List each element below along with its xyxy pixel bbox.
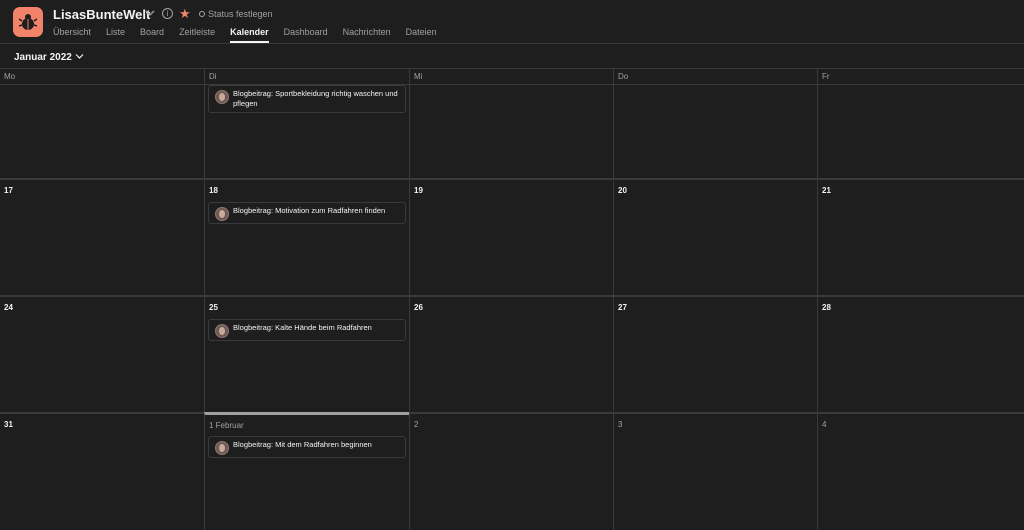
- day-cell[interactable]: 26: [409, 295, 613, 412]
- day-cell[interactable]: 1 Februar Blogbeitrag: Mit dem Radfahren…: [204, 412, 409, 530]
- task-card[interactable]: Blogbeitrag: Mit dem Radfahren beginnen: [208, 436, 406, 458]
- tab-liste[interactable]: Liste: [106, 26, 125, 44]
- status-button[interactable]: Status festlegen: [199, 9, 273, 19]
- date-number: 4: [822, 420, 827, 429]
- day-cell[interactable]: 18 Blogbeitrag: Motivation zum Radfahren…: [204, 178, 409, 295]
- date-number: 31: [4, 420, 13, 429]
- task-title: Blogbeitrag: Sportbekleidung richtig was…: [233, 89, 398, 108]
- project-title: LisasBunteWelt: [53, 7, 151, 22]
- date-number: 3: [618, 420, 623, 429]
- weekday-header: Mi: [409, 69, 613, 85]
- day-cell[interactable]: 27: [613, 295, 817, 412]
- day-cell[interactable]: 31: [0, 412, 204, 530]
- weekday-header: Do: [613, 69, 817, 85]
- day-cell[interactable]: 25 Blogbeitrag: Kalte Hände beim Radfahr…: [204, 295, 409, 412]
- day-cell[interactable]: 19: [409, 178, 613, 295]
- day-cell[interactable]: [613, 85, 817, 178]
- calendar-grid: Mo Di Mi Do Fr Blogbeitrag: Sportbekleid…: [0, 69, 1024, 530]
- day-cell[interactable]: 17: [0, 178, 204, 295]
- weekday-header: Mo: [0, 69, 204, 85]
- project-header: LisasBunteWelt i ★ Status festlegen Über…: [0, 0, 1024, 44]
- status-dot-icon: [199, 11, 205, 17]
- date-number: 24: [4, 303, 13, 312]
- date-number: 28: [822, 303, 831, 312]
- day-cell[interactable]: 2: [409, 412, 613, 530]
- chevron-down-icon[interactable]: [145, 9, 155, 17]
- day-cell[interactable]: [409, 85, 613, 178]
- avatar: [215, 207, 229, 221]
- day-cell[interactable]: 24: [0, 295, 204, 412]
- project-tabs: Übersicht Liste Board Zeitleiste Kalende…: [53, 26, 452, 44]
- task-card[interactable]: Blogbeitrag: Kalte Hände beim Radfahren: [208, 319, 406, 341]
- tab-dashboard[interactable]: Dashboard: [284, 26, 328, 44]
- status-label: Status festlegen: [208, 9, 273, 19]
- tab-dateien[interactable]: Dateien: [406, 26, 437, 44]
- day-cell[interactable]: [817, 85, 1024, 178]
- date-number: 20: [618, 186, 627, 195]
- project-icon[interactable]: [13, 7, 43, 37]
- day-cell[interactable]: 20: [613, 178, 817, 295]
- task-card[interactable]: Blogbeitrag: Motivation zum Radfahren fi…: [208, 202, 406, 224]
- date-number: 27: [618, 303, 627, 312]
- tab-kalender[interactable]: Kalender: [230, 26, 269, 44]
- avatar: [215, 324, 229, 338]
- day-cell[interactable]: [0, 85, 204, 178]
- task-title: Blogbeitrag: Motivation zum Radfahren fi…: [233, 206, 386, 215]
- weekday-header: Fr: [817, 69, 1024, 85]
- date-number: 21: [822, 186, 831, 195]
- weekday-header: Di: [204, 69, 409, 85]
- day-cell[interactable]: 28: [817, 295, 1024, 412]
- task-title: Blogbeitrag: Kalte Hände beim Radfahren: [233, 323, 372, 332]
- date-number: 17: [4, 186, 13, 195]
- tab-uebersicht[interactable]: Übersicht: [53, 26, 91, 44]
- day-cell[interactable]: Blogbeitrag: Sportbekleidung richtig was…: [204, 85, 409, 178]
- day-cell[interactable]: 4: [817, 412, 1024, 530]
- date-number: 1 Februar: [209, 421, 244, 430]
- day-cell[interactable]: 21: [817, 178, 1024, 295]
- star-icon[interactable]: ★: [179, 6, 191, 22]
- date-number: 26: [414, 303, 423, 312]
- date-number: 18: [209, 186, 218, 195]
- tab-zeitleiste[interactable]: Zeitleiste: [179, 26, 215, 44]
- tab-nachrichten[interactable]: Nachrichten: [343, 26, 391, 44]
- date-number: 2: [414, 420, 419, 429]
- task-card[interactable]: Blogbeitrag: Sportbekleidung richtig was…: [208, 85, 406, 113]
- task-title: Blogbeitrag: Mit dem Radfahren beginnen: [233, 440, 372, 449]
- avatar: [215, 441, 229, 455]
- date-number: 19: [414, 186, 423, 195]
- chevron-down-icon[interactable]: [75, 53, 84, 60]
- avatar: [215, 90, 229, 104]
- month-selector[interactable]: Januar 2022: [14, 52, 72, 63]
- calendar-toolbar: Januar 2022: [0, 44, 1024, 69]
- day-cell[interactable]: 3: [613, 412, 817, 530]
- info-icon[interactable]: i: [162, 8, 173, 19]
- date-number: 25: [209, 303, 218, 312]
- tab-board[interactable]: Board: [140, 26, 164, 44]
